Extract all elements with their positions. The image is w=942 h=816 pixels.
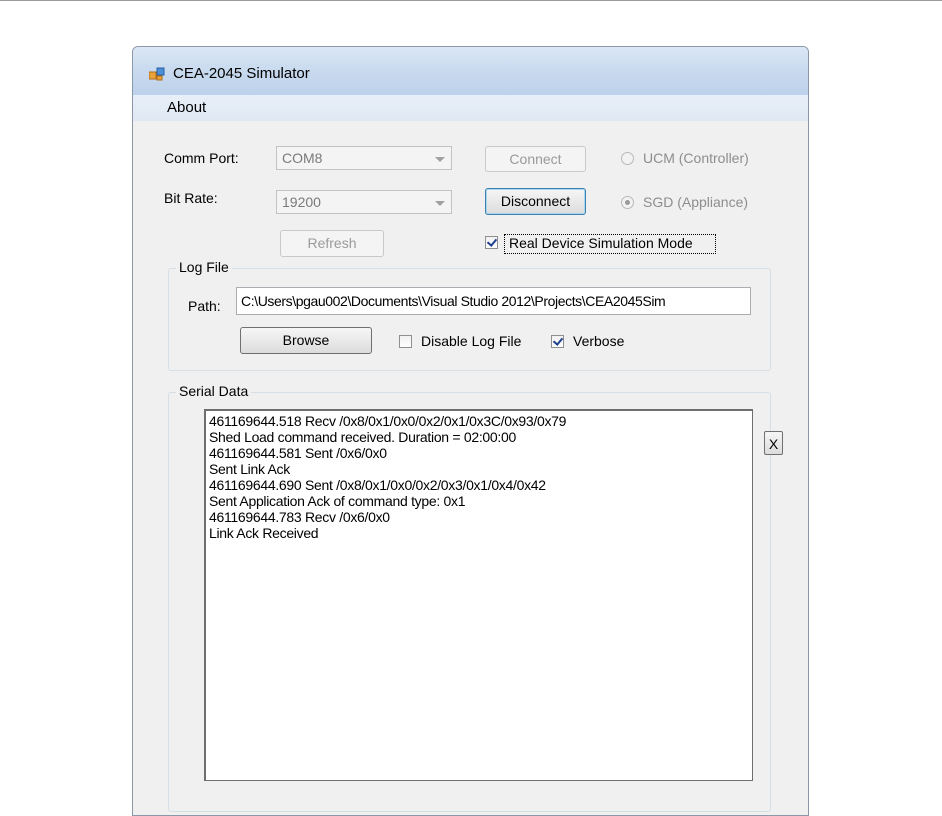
menu-about[interactable]: About [165,99,208,116]
app-window: CEA-2045 Simulator About Comm Port: COM8… [132,46,809,816]
real-device-label: Real Device Simulation Mode [509,235,693,251]
menu-bar: About [133,95,808,121]
disable-log-checkbox[interactable] [399,335,412,348]
log-line: 461169644.690 Sent /0x8/0x1/0x0/0x2/0x3/… [209,477,546,493]
clear-serial-button[interactable]: X [764,431,783,455]
bit-rate-value: 19200 [282,194,321,210]
verbose-checkbox[interactable] [551,335,564,348]
log-line: Shed Load command received. Duration = 0… [209,429,516,445]
disconnect-button[interactable]: Disconnect [485,188,586,215]
refresh-button[interactable]: Refresh [280,230,384,257]
disconnect-button-label: Disconnect [500,193,571,209]
comm-port-label: Comm Port: [164,150,239,166]
log-line: 461169644.581 Sent /0x6/0x0 [209,445,387,461]
verbose-label: Verbose [573,333,625,349]
clear-serial-label: X [768,436,779,452]
browse-button-label: Browse [282,332,330,348]
sgd-radio-label: SGD (Appliance) [643,194,749,210]
log-line: 461169644.518 Recv /0x8/0x1/0x0/0x2/0x1/… [209,413,567,429]
ucm-radio[interactable] [621,152,634,165]
serial-data-group-title: Serial Data [176,383,252,399]
log-line: Sent Link Ack [209,461,290,477]
sgd-radio[interactable] [621,196,634,209]
connect-button-label: Connect [509,151,562,167]
log-line: Link Ack Received [209,525,319,541]
window-title: CEA-2045 Simulator [173,65,310,82]
top-divider [0,0,942,1]
comm-port-value: COM8 [282,150,323,166]
app-window-icon [149,67,165,81]
chevron-down-icon [435,157,445,162]
title-bar[interactable]: CEA-2045 Simulator [133,47,808,95]
real-device-checkbox[interactable] [485,236,498,249]
bit-rate-label: Bit Rate: [164,190,218,206]
log-file-group-title: Log File [176,259,232,275]
refresh-button-label: Refresh [307,235,357,251]
serial-data-log[interactable]: 461169644.518 Recv /0x8/0x1/0x0/0x2/0x1/… [204,409,753,781]
log-file-group [168,268,771,371]
comm-port-select[interactable]: COM8 [276,146,452,170]
log-line: Sent Application Ack of command type: 0x… [209,493,466,509]
log-path-input[interactable]: C:\Users\pgau002\Documents\Visual Studio… [236,287,751,315]
log-line: 461169644.783 Recv /0x6/0x0 [209,509,390,525]
connect-button[interactable]: Connect [485,146,586,172]
browse-button[interactable]: Browse [240,327,372,354]
path-label: Path: [188,298,221,314]
chevron-down-icon [435,201,445,206]
ucm-radio-label: UCM (Controller) [643,150,749,166]
bit-rate-select[interactable]: 19200 [276,190,452,214]
disable-log-label: Disable Log File [421,333,522,349]
